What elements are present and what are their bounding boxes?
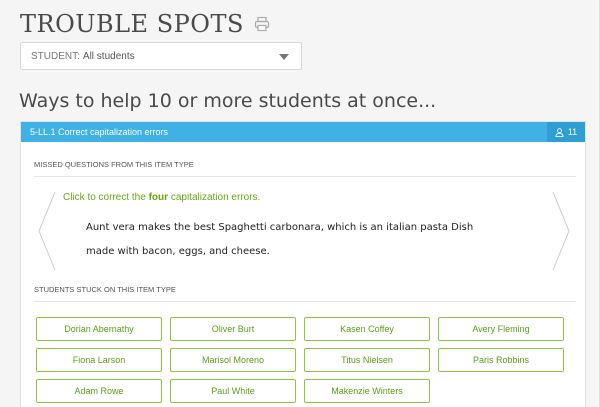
title-row: TROUBLE SPOTS xyxy=(20,10,270,38)
chevron-left-icon[interactable] xyxy=(35,190,59,272)
student-button[interactable]: Adam Rowe xyxy=(36,379,162,403)
student-count-badge: 11 xyxy=(547,122,585,142)
question-preview: Click to correct the four capitalization… xyxy=(21,178,587,288)
chevron-down-icon xyxy=(279,54,289,60)
skill-title: 5-LL.1 Correct capitalization errors xyxy=(30,127,169,137)
sentence-line-2: made with bacon, eggs, and cheese. xyxy=(86,246,270,257)
page-title: TROUBLE SPOTS xyxy=(20,10,244,38)
question-sentence: Aunt vera makes the best Spaghetti carbo… xyxy=(86,216,516,264)
student-grid: Dorian Abernathy Oliver Burt Kasen Coffe… xyxy=(36,317,576,403)
student-filter-value: All students xyxy=(82,50,135,62)
card-header[interactable]: 5-LL.1 Correct capitalization errors 11 xyxy=(21,122,585,142)
student-filter-label: STUDENT: xyxy=(31,50,80,62)
student-button[interactable]: Marisol Moreno xyxy=(170,348,296,372)
trouble-spots-page: TROUBLE SPOTS STUDENT: All students Ways… xyxy=(0,0,600,407)
section-heading: Ways to help 10 or more students at once… xyxy=(19,90,437,112)
missed-questions-label: MISSED QUESTIONS FROM THIS ITEM TYPE xyxy=(34,160,194,169)
question-prompt: Click to correct the four capitalization… xyxy=(63,192,260,203)
person-icon xyxy=(555,127,564,137)
student-button[interactable]: Fiona Larson xyxy=(36,348,162,372)
student-button[interactable]: Paul White xyxy=(170,379,296,403)
prompt-text-end: capitalization errors. xyxy=(168,192,261,203)
printer-icon[interactable] xyxy=(254,16,270,32)
student-button[interactable]: Avery Fleming xyxy=(438,317,564,341)
student-filter-select[interactable]: STUDENT: All students xyxy=(20,42,302,70)
student-button[interactable]: Paris Robbins xyxy=(438,348,564,372)
chevron-right-icon[interactable] xyxy=(549,190,573,272)
student-button[interactable]: Makenzie Winters xyxy=(304,379,430,403)
trouble-spot-card: 5-LL.1 Correct capitalization errors 11 … xyxy=(20,121,586,407)
student-button[interactable]: Kasen Coffey xyxy=(304,317,430,341)
divider xyxy=(34,301,576,302)
students-stuck-label: STUDENTS STUCK ON THIS ITEM TYPE xyxy=(34,285,176,294)
student-button[interactable]: Dorian Abernathy xyxy=(36,317,162,341)
divider xyxy=(34,176,576,177)
student-button[interactable]: Oliver Burt xyxy=(170,317,296,341)
sentence-line-1: Aunt vera makes the best Spaghetti carbo… xyxy=(86,222,474,233)
student-button[interactable]: Titus Nielsen xyxy=(304,348,430,372)
prompt-text-start: Click to correct the xyxy=(63,192,149,203)
prompt-emphasis: four xyxy=(148,192,169,203)
student-count: 11 xyxy=(567,127,578,137)
